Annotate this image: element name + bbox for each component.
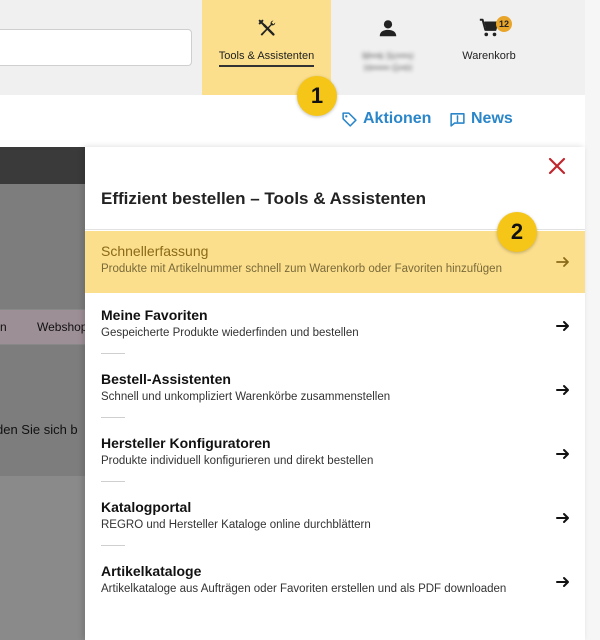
menu-item-title: Artikelkataloge [101,563,202,579]
aktionen-label: Aktionen [363,110,432,127]
arrow-right-icon [556,449,569,459]
cart-label: Warenkorb [462,50,516,62]
user-icon [379,20,397,37]
account-button[interactable]: M•••k Sc••••z H•••••• G••H [334,0,442,95]
close-icon[interactable] [548,157,566,175]
background-navbar [0,147,90,184]
background-tab-webshop: Webshop [37,320,88,334]
account-name: M•••k Sc••••z [362,51,414,61]
arrow-right-icon [556,513,569,523]
arrow-right-icon [556,577,569,587]
menu-item-title: Hersteller Konfiguratoren [101,435,271,451]
menu-item-title: Meine Favoriten [101,307,208,323]
menu-item-title: Schnellerfassung [101,243,209,259]
arrow-right-icon [556,257,569,267]
background-lower-area [0,476,85,640]
menu-item-hersteller-konfiguratoren[interactable]: Hersteller Konfiguratoren Produkte indiv… [85,423,585,485]
menu-item-description: Gespeicherte Produkte wiederfinden und b… [101,327,359,339]
message-icon [450,112,465,127]
item-divider [101,545,125,546]
menu-item-description: REGRO und Hersteller Kataloge online dur… [101,519,371,531]
item-divider [101,353,125,354]
item-divider [101,417,125,418]
arrow-right-icon [556,321,569,331]
search-input[interactable] [0,29,192,66]
account-company: H•••••• G••H [364,63,412,73]
scrollbar-track[interactable] [585,0,600,640]
cart-button[interactable]: 12 Warenkorb [444,0,534,95]
menu-item-title: Katalogportal [101,499,192,515]
tools-label: Tools & Assistenten [218,50,315,67]
cart-count-badge: 12 [496,16,512,32]
menu-item-description: Produkte mit Artikelnummer schnell zum W… [101,263,502,275]
news-link[interactable]: News [449,110,513,128]
menu-item-katalogportal[interactable]: Katalogportal REGRO und Hersteller Katal… [85,487,585,549]
panel-title: Effizient bestellen – Tools & Assistente… [101,189,426,208]
callout-marker-2: 2 [497,212,537,252]
menu-item-title: Bestell-Assistenten [101,371,231,387]
item-divider [101,481,125,482]
background-text: den Sie sich b [0,422,78,437]
menu-item-description: Artikelkataloge aus Aufträgen oder Favor… [101,583,507,595]
arrow-right-icon [556,385,569,395]
menu-item-favoriten[interactable]: Meine Favoriten Gespeicherte Produkte wi… [85,295,585,357]
callout-marker-1: 1 [297,76,337,116]
news-label: News [471,110,513,127]
background-tab-partial: n [0,320,7,334]
menu-item-description: Produkte individuell konfigurieren und d… [101,455,374,467]
tools-icon [258,19,275,36]
tag-icon [342,111,357,127]
menu-item-bestell-assistenten[interactable]: Bestell-Assistenten Schnell und unkompli… [85,359,585,421]
menu-item-description: Schnell und unkompliziert Warenkörbe zus… [101,391,391,403]
aktionen-link[interactable]: Aktionen [341,110,431,128]
menu-item-artikelkataloge[interactable]: Artikelkataloge Artikelkataloge aus Auft… [85,551,585,613]
